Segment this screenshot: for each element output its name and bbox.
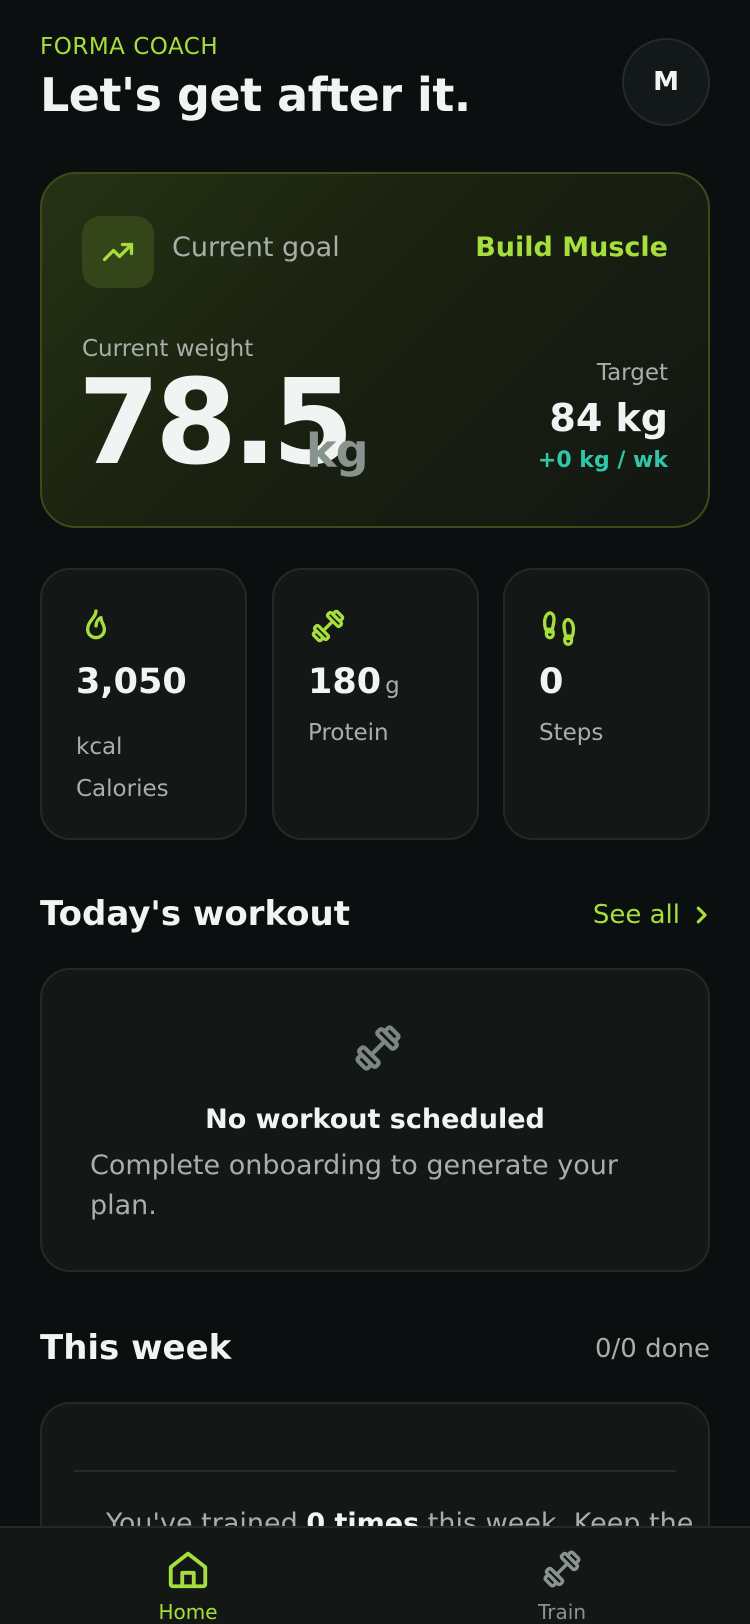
week-section-title: This week [40,1328,232,1368]
steps-label: Steps [539,720,604,746]
calories-unit: kcal [76,734,123,760]
goal-label: Current goal [172,232,340,263]
goal-card[interactable]: Current goal Build Muscle Current weight… [40,172,710,528]
flame-icon [86,609,107,640]
protein-number: 180 [308,662,382,702]
dumbbell-icon [543,1550,581,1588]
workout-section-title: Today's workout [40,894,350,934]
chevron-right-icon [696,906,707,924]
target-label: Target [596,360,668,386]
weight-unit: kg [306,424,369,478]
brand-label: FORMA COACH [40,34,219,60]
tab-train-label: Train [538,1600,586,1624]
avatar[interactable]: M [622,38,710,126]
target-value: 84 kg [549,396,668,440]
steps-card[interactable]: 0 Steps [503,568,710,840]
dumbbell-icon [355,1025,401,1071]
calories-value: 3,050 [76,662,187,702]
protein-value: 180 g [308,662,400,702]
tab-home-label: Home [158,1600,218,1624]
dumbbell-icon [311,609,345,643]
protein-card[interactable]: 180 g Protein [272,568,479,840]
home-screen: FORMA COACH Let's get after it. M Curren… [0,0,750,1624]
target-rate: +0 kg / wk [537,448,668,473]
divider [74,1470,676,1472]
week-done-count: 0/0 done [595,1334,710,1364]
protein-label: Protein [308,720,389,746]
workout-empty-title: No workout scheduled [205,1104,545,1135]
tab-train[interactable]: Train [502,1546,622,1624]
goal-value: Build Muscle [475,232,668,263]
workout-card[interactable]: No workout scheduled Complete onboarding… [40,968,710,1272]
header: FORMA COACH Let's get after it. M [40,34,710,134]
trending-up-icon [82,216,154,288]
steps-value: 0 [539,662,564,702]
workout-empty-desc: Complete onboarding to generate your pla… [90,1150,618,1221]
protein-unit: g [385,673,400,699]
tab-home[interactable]: Home [128,1546,248,1624]
home-icon [168,1551,208,1589]
calories-card[interactable]: 3,050 kcal Calories [40,568,247,840]
calories-label: Calories [76,776,169,802]
footprints-icon [542,611,576,646]
tab-bar: Home Train [0,1526,750,1624]
page-title: Let's get after it. [40,68,471,122]
see-all-link[interactable]: See all [593,900,710,930]
see-all-label: See all [592,900,680,930]
